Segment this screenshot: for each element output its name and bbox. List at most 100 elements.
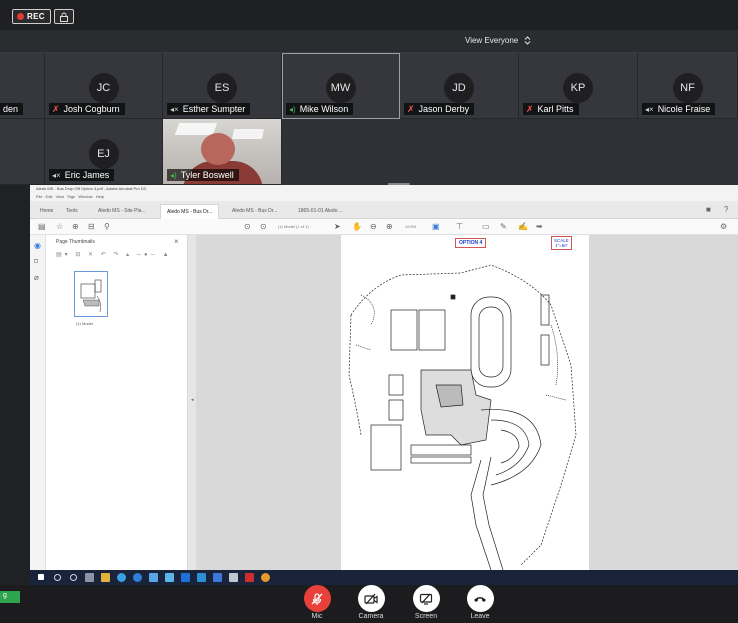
zoom-level[interactable]: 19.5% xyxy=(405,224,416,229)
participant-tile[interactable]: ES ◂× Esther Sumpter xyxy=(163,53,282,119)
view-everyone-label: View Everyone xyxy=(465,36,519,45)
chevron-updown-icon xyxy=(524,36,531,45)
app-icon[interactable] xyxy=(229,573,238,582)
participant-namebar: ✗ Jason Derby xyxy=(404,103,475,115)
camera-off-icon xyxy=(357,585,385,612)
fit-page-icon[interactable]: ▣ xyxy=(432,223,440,231)
search-icon[interactable] xyxy=(54,574,61,581)
print-icon[interactable]: ⊟ xyxy=(88,223,95,231)
tab-document[interactable]: Aledo MS - Site Pla... xyxy=(92,204,152,219)
mic-muted-icon: ✗ xyxy=(407,103,415,114)
participant-tile[interactable]: EJ ◂× Eric James xyxy=(45,119,163,185)
participant-namebar: ◂× Esther Sumpter xyxy=(167,103,251,115)
screen-label: Screen xyxy=(414,613,438,620)
next-page-icon[interactable]: ⊙ xyxy=(260,223,267,231)
mic-button[interactable]: Mic xyxy=(297,585,337,620)
comment-tool-icon[interactable]: ▭ xyxy=(482,223,490,231)
participant-tile[interactable]: KP ✗ Karl Pitts xyxy=(519,53,638,119)
previous-page-icon[interactable]: ⊙ xyxy=(244,223,251,231)
participant-name: Mike Wilson xyxy=(299,104,349,114)
participant-name: Esther Sumpter xyxy=(182,104,246,114)
recording-indicator[interactable]: REC xyxy=(12,9,51,24)
participant-video-tile[interactable]: ◂) Tyler Boswell xyxy=(163,119,282,185)
file-explorer-icon[interactable] xyxy=(101,573,110,582)
ie-icon[interactable] xyxy=(133,573,142,582)
create-icon[interactable]: ▤ xyxy=(38,223,46,231)
close-icon[interactable]: × xyxy=(174,237,179,246)
split-view-icon[interactable]: ⊤ xyxy=(456,223,463,231)
collapse-arrow-icon[interactable]: ◂ xyxy=(191,397,194,403)
tab-document[interactable]: Aledo MS - Bus Dr... xyxy=(226,204,283,219)
site-plan-drawing xyxy=(348,264,577,570)
camera-button[interactable]: Camera xyxy=(351,585,391,620)
app-icon[interactable] xyxy=(181,573,190,582)
hangup-icon xyxy=(466,585,494,612)
status-chip[interactable]: g xyxy=(0,591,20,603)
avatar: EJ xyxy=(88,139,119,169)
attachment-icon[interactable]: ⌀ xyxy=(34,273,39,282)
participant-name: Eric James xyxy=(64,170,110,180)
participant-tile[interactable]: JC ✗ Josh Cogburn xyxy=(45,53,163,119)
panel-title: Page Thumbnails xyxy=(56,239,95,245)
page-thumbnail[interactable] xyxy=(74,271,108,317)
settings-icon[interactable]: ⚙ xyxy=(720,223,727,231)
participant-tile[interactable] xyxy=(0,119,45,185)
screen-share-button[interactable]: Screen xyxy=(406,585,446,620)
lock-button[interactable] xyxy=(54,9,74,24)
lock-icon xyxy=(60,12,68,22)
page-indicator[interactable]: (1) Model (1 of 1) xyxy=(278,224,309,229)
pen-icon[interactable]: ✎ xyxy=(500,223,507,231)
app-icon[interactable] xyxy=(213,573,222,582)
bookmark-star-icon[interactable]: ☆ xyxy=(56,223,63,231)
sign-icon[interactable]: ✍ xyxy=(518,223,528,231)
tab-home[interactable]: Home xyxy=(34,204,59,219)
select-cursor-icon[interactable]: ➤ xyxy=(334,223,341,231)
document-area: OPTION 4 SCALE 1"=60' xyxy=(196,235,738,570)
participant-namebar: ◂× Nicole Fraise xyxy=(642,103,716,115)
windows-start-icon[interactable] xyxy=(38,574,44,580)
help-icon[interactable]: ? xyxy=(724,206,728,214)
acrobat-toolbar: ▤ ☆ ⊕ ⊟ ⚲ ⊙ ⊙ (1) Model (1 of 1) ➤ ✋ ⊖ ⊕… xyxy=(30,219,738,235)
avatar: JD xyxy=(444,73,474,103)
hand-tool-icon[interactable]: ✋ xyxy=(352,223,362,231)
mic-label: Mic xyxy=(311,613,323,620)
app-icon[interactable] xyxy=(197,573,206,582)
speaking-icon: ◂) xyxy=(289,104,296,114)
bookmark-icon[interactable]: ⌑ xyxy=(34,257,38,266)
thumbnails-panel: Page Thumbnails × ▤▾ ⊟ ✕ ↶ ↷ ▴ ─●─ ▲ (1)… xyxy=(46,235,188,570)
app-icon[interactable] xyxy=(149,573,158,582)
speaker-off-icon: ◂× xyxy=(170,104,179,114)
chrome-icon[interactable] xyxy=(261,573,270,582)
cortana-icon[interactable] xyxy=(70,574,77,581)
avatar: ES xyxy=(207,73,237,103)
acrobat-icon[interactable] xyxy=(245,573,254,582)
task-view-icon[interactable] xyxy=(85,573,94,582)
share-icon[interactable]: ➥ xyxy=(536,223,543,231)
empty-gallery-area xyxy=(282,119,738,185)
rec-label: REC xyxy=(27,12,45,21)
avatar: MW xyxy=(325,73,356,103)
upload-icon[interactable]: ⊕ xyxy=(72,223,79,231)
app-icon[interactable] xyxy=(165,573,174,582)
pdf-page[interactable]: OPTION 4 SCALE 1"=60' xyxy=(341,235,589,570)
participant-tile[interactable]: JD ✗ Jason Derby xyxy=(400,53,519,119)
panel-toolbar[interactable]: ▤▾ ⊟ ✕ ↶ ↷ ▴ ─●─ ▲ xyxy=(56,251,172,258)
view-everyone-selector[interactable]: View Everyone xyxy=(465,36,531,45)
participant-tile-active[interactable]: MW ◂) Mike Wilson xyxy=(282,53,400,119)
zoom-out-icon[interactable]: ⊖ xyxy=(370,223,377,231)
edge-icon[interactable] xyxy=(117,573,126,582)
search-icon[interactable]: ⚲ xyxy=(104,223,110,231)
participant-name: den xyxy=(3,104,19,114)
tab-tools[interactable]: Tools xyxy=(60,204,84,219)
zoom-in-icon[interactable]: ⊕ xyxy=(386,223,393,231)
participant-tile[interactable]: NF ◂× Nicole Fraise xyxy=(638,53,738,119)
top-bar: REC xyxy=(0,0,738,30)
meeting-window: REC View Everyone den JC ✗ Josh Cogburn … xyxy=(0,0,738,623)
leave-button[interactable]: Leave xyxy=(460,585,500,620)
page-thumbnails-icon[interactable]: ◉ xyxy=(34,241,41,250)
comment-icon[interactable]: ■ xyxy=(706,206,711,214)
avatar: JC xyxy=(88,73,119,103)
tab-document[interactable]: 1865-01-01 Aledo ... xyxy=(292,204,349,219)
tab-document-active[interactable]: Aledo MS - Bus Dr... xyxy=(160,204,220,219)
participant-tile[interactable]: den xyxy=(0,53,45,119)
